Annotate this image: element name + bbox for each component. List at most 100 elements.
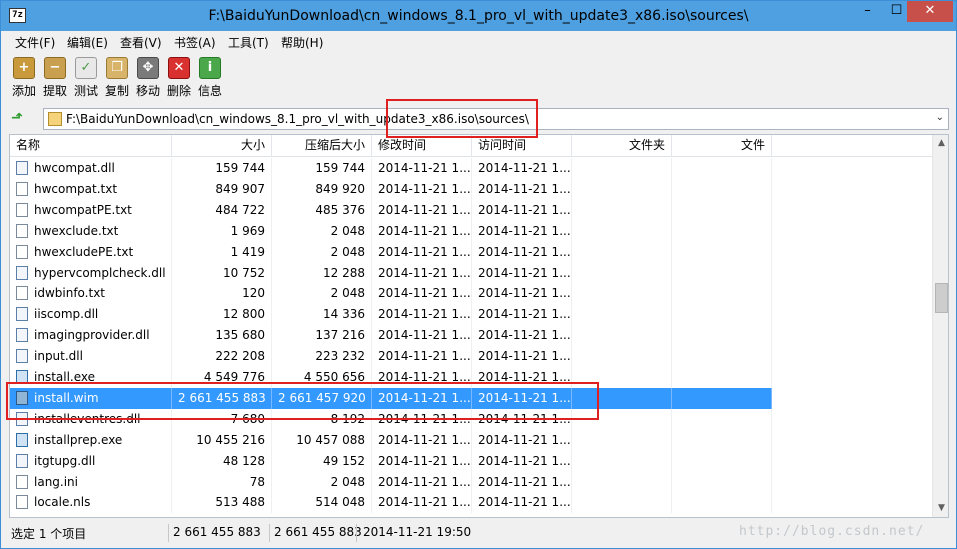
address-field[interactable]: F:\BaiduYunDownload\cn_windows_8.1_pro_v…	[43, 108, 949, 130]
scroll-up-arrow-icon[interactable]: ▲	[933, 135, 948, 152]
delete-button[interactable]: ✕ 删除	[163, 56, 195, 102]
cell-packed-size: 2 048	[272, 283, 372, 305]
table-row[interactable]: imagingprovider.dll 135 680 137 216 2014-11…	[10, 325, 932, 347]
table-row[interactable]: hwcompat.dll 159 744 159 744 2014-11-21 1..…	[10, 158, 932, 179]
cell-modified: 2014-11-21 1...	[372, 367, 472, 388]
scrollbar-thumb[interactable]	[935, 283, 948, 313]
table-row[interactable]: input.dll 222 208 223 232 2014-11-21 1... 20…	[10, 346, 932, 368]
test-icon: ✓	[75, 57, 97, 79]
column-header-accessed[interactable]: 访问时间	[472, 135, 572, 157]
cell-folders	[572, 492, 672, 514]
cell-modified: 2014-11-21 1...	[372, 408, 472, 430]
table-row[interactable]: itgtupg.dll 48 128 49 152 2014-11-21 1... 20…	[10, 450, 932, 472]
info-button[interactable]: i 信息	[194, 56, 226, 102]
table-row[interactable]: iiscomp.dll 12 800 14 336 2014-11-21 1... 20…	[10, 304, 932, 326]
table-row[interactable]: installprep.exe 10 455 216 10 457 088 2014-…	[10, 429, 932, 451]
cell-folders	[572, 450, 672, 472]
list-header: 名称 大小 压缩后大小 修改时间 访问时间 文件夹 文件	[10, 135, 932, 157]
copy-label: 复制	[104, 84, 129, 98]
delete-label: 删除	[166, 84, 191, 98]
add-icon: +	[13, 57, 35, 79]
cell-packed-size: 159 744	[272, 158, 372, 179]
column-header-folders[interactable]: 文件夹	[572, 135, 672, 157]
test-button[interactable]: ✓ 测试	[70, 56, 102, 102]
window-title: F:\BaiduYunDownload\cn_windows_8.1_pro_v…	[208, 8, 749, 24]
table-row[interactable]: idwbinfo.txt 120 2 048 2014-11-21 1... 2014-…	[10, 283, 932, 305]
txt-file-icon	[16, 286, 28, 301]
cell-folders	[572, 178, 672, 200]
cell-accessed: 2014-11-21 1...	[472, 450, 572, 472]
menu-tools[interactable]: 工具(T)	[228, 34, 269, 51]
file-name: hwcompat.dll	[34, 161, 115, 175]
table-row[interactable]: hypervcomplcheck.dll 10 752 12 288 2014-11-…	[10, 262, 932, 284]
add-label: 添加	[11, 84, 36, 98]
address-bar: ⬏ F:\BaiduYunDownload\cn_windows_8.1_pro…	[1, 105, 956, 133]
menu-help[interactable]: 帮助(H)	[281, 34, 323, 51]
cell-modified: 2014-11-21 1...	[372, 304, 472, 326]
file-name: itgtupg.dll	[34, 453, 96, 468]
cell-files	[672, 220, 772, 242]
minimize-button[interactable]: –	[853, 1, 882, 22]
file-list[interactable]: 名称 大小 压缩后大小 修改时间 访问时间 文件夹 文件 hwcompat.dl…	[9, 134, 949, 518]
test-label: 测试	[73, 84, 98, 98]
column-header-name[interactable]: 名称	[10, 135, 172, 157]
cell-modified: 2014-11-21 1...	[372, 450, 472, 472]
cell-accessed: 2014-11-21 1...	[472, 346, 572, 368]
vertical-scrollbar[interactable]: ▲ ▼	[932, 135, 948, 517]
cell-size: 2 661 455 883	[172, 387, 272, 409]
table-row[interactable]: install.wim 2 661 455 883 2 661 457 920 201…	[10, 387, 932, 409]
cell-name: hwcompat.txt	[10, 178, 172, 200]
file-name: hwexcludePE.txt	[34, 244, 134, 259]
scroll-down-arrow-icon[interactable]: ▼	[933, 500, 948, 517]
cell-packed-size: 485 376	[272, 199, 372, 221]
column-header-files[interactable]: 文件	[672, 135, 772, 157]
close-button[interactable]: ✕	[907, 1, 953, 22]
cell-size: 12 800	[172, 304, 272, 326]
cell-accessed: 2014-11-21 1...	[472, 408, 572, 430]
add-button[interactable]: + 添加	[8, 56, 40, 102]
title-bar[interactable]: 7z F:\BaiduYunDownload\cn_windows_8.1_pr…	[1, 1, 956, 31]
up-folder-icon[interactable]: ⬏	[11, 110, 27, 126]
file-name: input.dll	[34, 349, 83, 364]
cell-size: 1 419	[172, 241, 272, 263]
extract-button[interactable]: − 提取	[39, 56, 71, 102]
table-row[interactable]: hwcompat.txt 849 907 849 920 2014-11-21 1..…	[10, 178, 932, 200]
table-row[interactable]: hwcompatPE.txt 484 722 485 376 2014-11-21 1…	[10, 199, 932, 221]
cell-files	[672, 158, 772, 179]
menu-view[interactable]: 查看(V)	[120, 34, 162, 51]
move-button[interactable]: ✥ 移动	[132, 56, 164, 102]
ini-file-icon	[16, 474, 28, 489]
table-row[interactable]: lang.ini 78 2 048 2014-11-21 1... 2014-11-21…	[10, 471, 932, 493]
dll-file-icon	[16, 161, 28, 175]
table-row[interactable]: installeventres.dll 7 680 8 192 2014-11-21 …	[10, 408, 932, 430]
table-row[interactable]: locale.nls 513 488 514 048 2014-11-21 1... 2…	[10, 492, 932, 514]
cell-files	[672, 492, 772, 514]
menu-file[interactable]: 文件(F)	[15, 34, 55, 51]
cell-name: installeventres.dll	[10, 408, 172, 430]
table-row[interactable]: install.exe 4 549 776 4 550 656 2014-11-21 …	[10, 367, 932, 388]
table-row[interactable]: hwexclude.txt 1 969 2 048 2014-11-21 1... 20…	[10, 220, 932, 242]
column-header-packed-size[interactable]: 压缩后大小	[272, 135, 372, 157]
address-path: F:\BaiduYunDownload\cn_windows_8.1_pro_v…	[66, 112, 529, 126]
menu-bookmarks[interactable]: 书签(A)	[174, 34, 216, 51]
table-row[interactable]: hwexcludePE.txt 1 419 2 048 2014-11-21 1...…	[10, 241, 932, 263]
column-header-size[interactable]: 大小	[172, 135, 272, 157]
menu-edit[interactable]: 编辑(E)	[67, 34, 108, 51]
txt-file-icon	[16, 202, 28, 217]
file-name: installeventres.dll	[34, 411, 141, 426]
column-header-modified[interactable]: 修改时间	[372, 135, 472, 157]
cell-packed-size: 137 216	[272, 325, 372, 347]
cell-accessed: 2014-11-21 1...	[472, 262, 572, 284]
cell-size: 78	[172, 471, 272, 493]
exe-file-icon	[16, 432, 28, 447]
cell-name: iiscomp.dll	[10, 304, 172, 326]
cell-folders	[572, 158, 672, 179]
move-label: 移动	[135, 84, 160, 98]
cell-folders	[572, 387, 672, 409]
cell-modified: 2014-11-21 1...	[372, 178, 472, 200]
chevron-down-icon[interactable]: ⌄	[936, 112, 944, 123]
extract-icon: −	[44, 57, 66, 79]
status-bar: 选定 1 个项目 2 661 455 883 2 661 455 883 201…	[1, 520, 956, 548]
copy-button[interactable]: ❐ 复制	[101, 56, 133, 102]
file-name: hwexclude.txt	[34, 223, 119, 238]
